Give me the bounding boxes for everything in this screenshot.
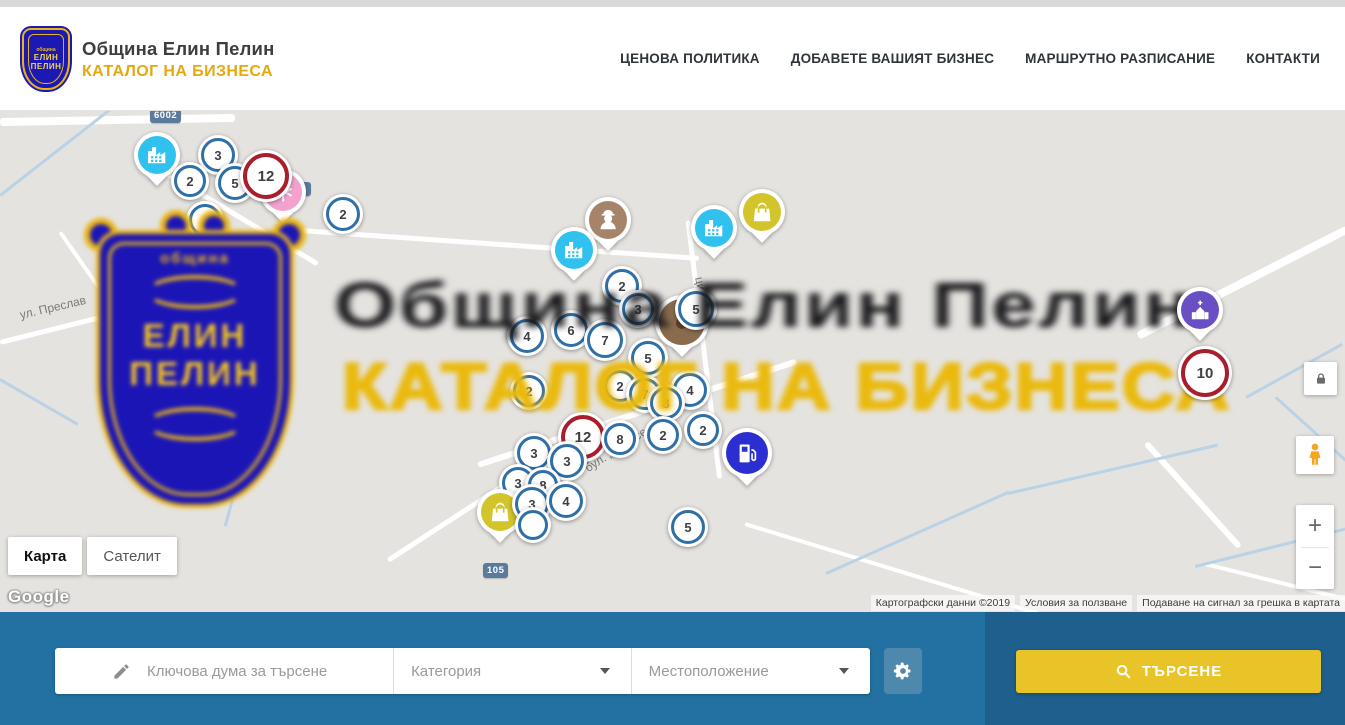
worker-icon — [589, 201, 627, 239]
zoom-out-button[interactable]: − — [1296, 548, 1334, 590]
cluster-marker[interactable]: 12 — [240, 150, 292, 202]
bag-pin[interactable] — [739, 189, 785, 235]
nav-link-route-schedule[interactable]: МАРШРУТНО РАЗПИСАНИЕ — [1025, 51, 1215, 66]
cluster-count: 2 — [171, 162, 209, 200]
nav-link-contacts[interactable]: КОНТАКТИ — [1246, 51, 1320, 66]
watermark-crest: община ЕЛИН ПЕЛИН — [86, 216, 304, 508]
watermark-subtitle: КАТАЛОГ НА БИЗНЕСА — [342, 348, 1231, 424]
cluster-count: 8 — [601, 420, 639, 458]
stream-line — [825, 491, 1009, 575]
factory-pin[interactable] — [551, 227, 597, 273]
street-label: ул. Преслав — [18, 293, 87, 322]
satellite-view-button[interactable]: Сателит — [87, 537, 177, 575]
cluster-marker[interactable]: 2 — [171, 162, 209, 200]
fuel-icon — [726, 432, 768, 474]
search-icon — [1115, 663, 1132, 680]
bag-icon — [743, 193, 781, 231]
street-view-pegman-button[interactable] — [1296, 436, 1334, 474]
map-attribution: Картографски данни ©2019 Условия за полз… — [871, 595, 1345, 611]
road-shield: 6002 — [150, 110, 181, 123]
zoom-control: + − — [1296, 505, 1334, 589]
lock-button[interactable] — [1304, 362, 1337, 395]
cluster-count: 5 — [668, 507, 708, 547]
terms-of-use-link[interactable]: Условия за ползване — [1020, 595, 1132, 611]
main-nav: ЦЕНОВА ПОЛИТИКА ДОБАВЕТЕ ВАШИЯТ БИЗНЕС М… — [620, 7, 1320, 110]
nav-link-add-business[interactable]: ДОБАВЕТЕ ВАШИЯТ БИЗНЕС — [791, 51, 994, 66]
cluster-marker[interactable]: 8 — [601, 420, 639, 458]
advanced-settings-button[interactable] — [884, 648, 922, 694]
cluster-count: 10 — [1178, 346, 1232, 400]
road-shield: 105 — [483, 563, 508, 578]
cluster-marker[interactable]: 2 — [323, 194, 363, 234]
search-bar: Категория Местоположение ТЪРСЕНЕ — [0, 612, 1345, 725]
factory-pin[interactable] — [691, 205, 737, 251]
stream-line — [0, 378, 79, 425]
google-logo[interactable]: Google — [8, 587, 70, 607]
pegman-icon — [1302, 442, 1328, 468]
nav-link-pricing-policy[interactable]: ЦЕНОВА ПОЛИТИКА — [620, 51, 760, 66]
church-icon — [1181, 291, 1219, 329]
factory-icon — [695, 209, 733, 247]
zoom-in-button[interactable]: + — [1296, 505, 1334, 547]
lock-icon — [1313, 371, 1329, 387]
cluster-marker[interactable]: 10 — [1178, 346, 1232, 400]
site-subtitle: КАТАЛОГ НА БИЗНЕСА — [82, 63, 274, 81]
report-map-error-link[interactable]: Подаване на сигнал за грешка в картата — [1137, 595, 1345, 611]
cluster-marker[interactable]: 5 — [668, 507, 708, 547]
brand[interactable]: община ЕЛИНПЕЛИН Община Елин Пелин КАТАЛ… — [22, 28, 274, 90]
cluster-count: 4 — [546, 481, 586, 521]
search-panel: Категория Местоположение — [55, 648, 870, 694]
road-line — [0, 114, 235, 126]
page-top-strip — [0, 0, 1345, 7]
gear-icon — [893, 661, 913, 681]
google-map[interactable]: община ЕЛИН ПЕЛИН Община Елин Пелин КАТА… — [0, 110, 1345, 612]
factory-icon — [555, 231, 593, 269]
map-data-copyright: Картографски данни ©2019 — [871, 595, 1015, 611]
keyword-search-input[interactable] — [145, 662, 393, 681]
cluster-marker[interactable] — [515, 507, 551, 543]
category-select[interactable]: Категория — [393, 648, 631, 694]
map-type-control: Карта Сателит — [8, 537, 177, 575]
crest-top-text: община — [36, 47, 55, 53]
church-pin[interactable] — [1177, 287, 1223, 333]
pencil-icon — [112, 662, 131, 681]
fuel-pin[interactable] — [722, 428, 772, 478]
site-title: Община Елин Пелин — [82, 38, 274, 60]
cluster-count: 12 — [240, 150, 292, 202]
cluster-marker[interactable]: 4 — [546, 481, 586, 521]
location-select[interactable]: Местоположение — [631, 648, 870, 694]
watermark-title: Община Елин Пелин — [334, 268, 1194, 342]
chevron-down-icon — [839, 668, 849, 674]
search-button[interactable]: ТЪРСЕНЕ — [1016, 650, 1321, 693]
map-view-button[interactable]: Карта — [8, 537, 82, 575]
keyword-field[interactable] — [55, 648, 393, 694]
cluster-count — [515, 507, 551, 543]
cluster-count: 2 — [323, 194, 363, 234]
chevron-down-icon — [600, 668, 610, 674]
municipality-crest-logo: община ЕЛИНПЕЛИН — [22, 28, 70, 90]
header: община ЕЛИНПЕЛИН Община Елин Пелин КАТАЛ… — [0, 7, 1345, 111]
